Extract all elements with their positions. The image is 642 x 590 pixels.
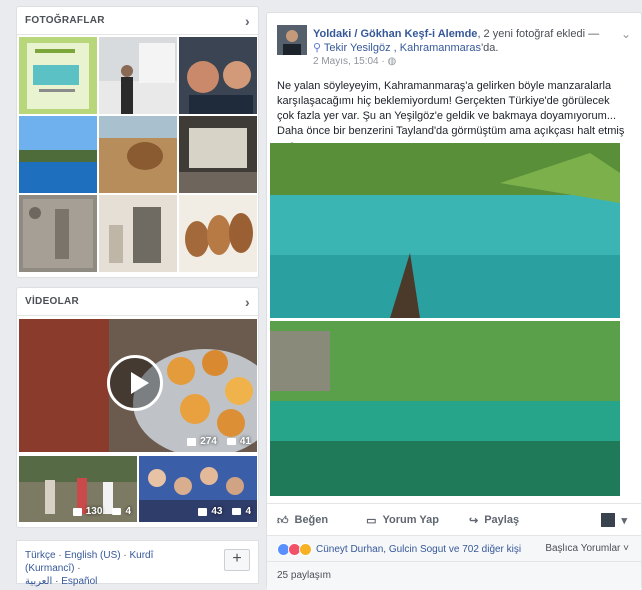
stele-photo-icon	[99, 195, 177, 272]
video-likes: 274	[200, 436, 217, 447]
post-timestamp[interactable]: 2 Mayıs, 15:04 · ◍	[313, 56, 396, 67]
video-likes: 43	[211, 506, 223, 517]
photos-card-header[interactable]: FOTOĞRAFLAR ›	[17, 7, 258, 35]
video-comments: 41	[239, 436, 251, 447]
post-location[interactable]: Tekir Yesilgöz , Kahramanmaras	[324, 42, 481, 54]
shares-count[interactable]: 25 paylaşım	[277, 570, 331, 581]
chevron-down-icon: ▾	[621, 514, 627, 527]
museum-photo-icon	[179, 116, 257, 193]
photo-thumbnail[interactable]	[179, 195, 257, 272]
language-link[interactable]: Türkçe	[25, 550, 56, 561]
profile-photo-icon	[277, 25, 307, 55]
small-video[interactable]: 130 4	[19, 456, 137, 522]
poster-photo-icon	[19, 37, 97, 114]
video-stats: 43 4	[198, 506, 251, 517]
bus-photo-icon	[99, 37, 177, 114]
photo-thumbnail[interactable]	[179, 37, 257, 114]
photo-thumbnail[interactable]	[19, 195, 97, 272]
add-language-button[interactable]: +	[224, 549, 250, 571]
language-link[interactable]: English (US)	[64, 550, 120, 561]
photo-thumbnail[interactable]	[99, 195, 177, 272]
post-actions: 👍︎ Beğen ▭ Yorum Yap ↪ Paylaş ▾	[267, 503, 641, 536]
comment-icon: ▭	[366, 514, 377, 527]
video-comments: 4	[125, 506, 131, 517]
photo-thumbnail[interactable]	[19, 116, 97, 193]
post-photo[interactable]	[270, 321, 620, 496]
globe-icon: ◍	[387, 56, 397, 67]
main-video[interactable]: 274 41	[19, 319, 257, 452]
post-photo[interactable]	[270, 143, 620, 318]
comment-button[interactable]: ▭ Yorum Yap	[366, 514, 439, 527]
comment-icon	[232, 508, 242, 515]
language-selector: Türkçe · English (US) · Kurdî (Kurmancî)…	[16, 540, 259, 587]
like-icon	[187, 437, 197, 446]
lake-photo-icon	[270, 143, 620, 318]
photos-card-title: FOTOĞRAFLAR	[25, 15, 105, 26]
photos-card: FOTOĞRAFLAR ›	[16, 6, 259, 278]
video-stats: 274 41	[187, 436, 251, 447]
videos-card-header[interactable]: VİDEOLAR ›	[17, 288, 258, 316]
wow-reaction-icon	[299, 543, 312, 556]
photo-thumbnail[interactable]	[19, 37, 97, 114]
lake-forest-photo-icon	[270, 321, 620, 496]
post-header: Yoldaki / Gökhan Keşf-i Alemde, 2 yeni f…	[313, 27, 623, 55]
shares-bar: 25 paylaşım	[267, 561, 641, 590]
photo-thumbnail[interactable]	[99, 116, 177, 193]
reactions-text[interactable]: Cüneyt Durhan, Gulcin Sogut ve 702 diğer…	[316, 544, 521, 555]
post-location-suffix: 'da.	[481, 42, 499, 54]
video-stats: 130 4	[72, 506, 131, 517]
avatar[interactable]	[277, 25, 307, 55]
post-as-selector[interactable]: ▾	[601, 513, 627, 527]
play-button[interactable]	[107, 355, 163, 411]
videos-card: VİDEOLAR › 274 41 130 4 43 4	[16, 287, 259, 528]
language-link[interactable]: العربية	[25, 576, 52, 587]
comment-icon	[226, 438, 236, 445]
thumbs-up-icon: 👍︎	[277, 514, 289, 527]
videos-card-title: VİDEOLAR	[25, 296, 80, 307]
sort-comments-dropdown[interactable]: Başlıca Yorumlar ˅	[545, 543, 629, 554]
share-button[interactable]: ↪ Paylaş	[469, 514, 519, 527]
like-button[interactable]: 👍︎ Beğen	[277, 514, 328, 527]
post-action: , 2 yeni fotoğraf ekledi —	[477, 28, 600, 40]
chevron-down-icon: ˅	[623, 543, 629, 554]
relief-photo-icon	[19, 195, 97, 272]
selfie-photo-icon	[179, 37, 257, 114]
lake-photo-icon	[19, 116, 97, 193]
avatar	[601, 513, 616, 527]
photo-thumbnail[interactable]	[99, 37, 177, 114]
location-pin-icon: ⚲	[313, 42, 322, 54]
language-list: Türkçe · English (US) · Kurdî (Kurmancî)…	[25, 550, 154, 587]
camel-photo-icon	[99, 116, 177, 193]
language-link[interactable]: Español	[61, 576, 97, 587]
share-icon: ↪	[468, 514, 479, 527]
video-likes: 130	[85, 506, 103, 517]
photo-thumbnail[interactable]	[179, 116, 257, 193]
pottery-photo-icon	[179, 195, 257, 272]
small-video[interactable]: 43 4	[139, 456, 257, 522]
chevron-down-icon[interactable]: ⌄	[621, 27, 631, 41]
comment-icon	[112, 508, 122, 515]
video-comments: 4	[245, 506, 251, 517]
feed-post: Yoldaki / Gökhan Keşf-i Alemde, 2 yeni f…	[266, 12, 642, 590]
post-author[interactable]: Yoldaki / Gökhan Keşf-i Alemde	[313, 28, 477, 40]
chevron-right-icon[interactable]: ›	[245, 294, 250, 310]
chevron-right-icon[interactable]: ›	[245, 13, 250, 29]
like-icon	[198, 507, 208, 516]
photo-grid	[19, 37, 257, 272]
reactions-bar: Cüneyt Durhan, Gulcin Sogut ve 702 diğer…	[267, 535, 641, 562]
like-icon	[72, 507, 82, 516]
